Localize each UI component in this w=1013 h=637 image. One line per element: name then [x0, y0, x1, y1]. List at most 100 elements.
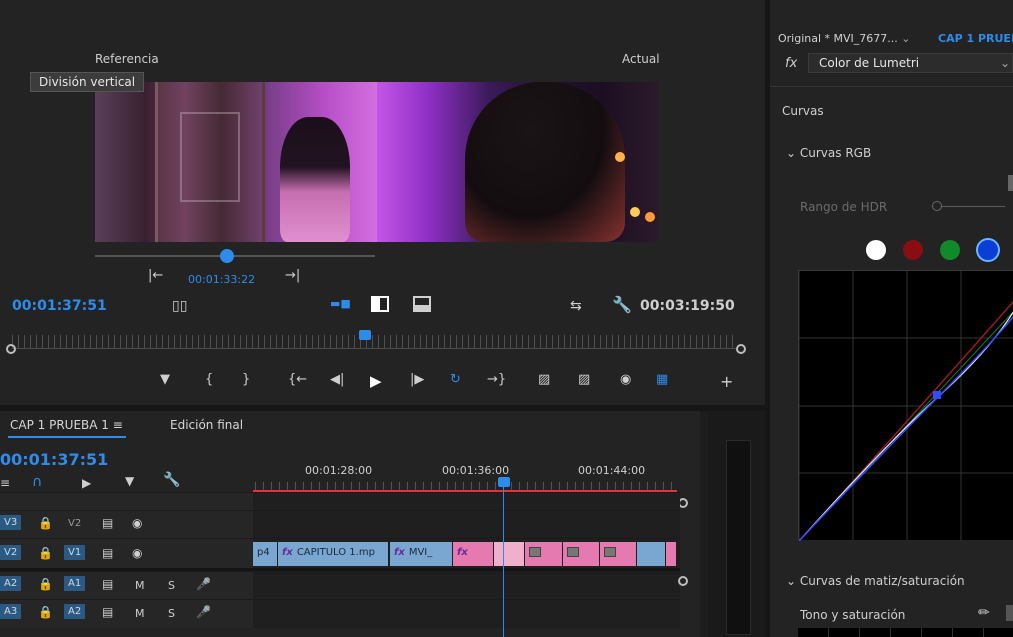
comparison-view-icon[interactable]: ▦	[656, 372, 668, 387]
effect-select[interactable]: Color de Lumetri ⌄	[808, 53, 1013, 73]
video-clip[interactable]	[637, 542, 665, 566]
video-clip[interactable]: p4	[253, 542, 277, 566]
video-clip[interactable]: fx	[453, 542, 493, 566]
vertical-split-icon[interactable]	[371, 296, 389, 312]
go-to-out-icon[interactable]: →}	[487, 372, 506, 387]
side-by-side-icon[interactable]: ▬■	[330, 297, 351, 310]
track-area-a1[interactable]	[253, 572, 680, 600]
add-marker-icon[interactable]: ▼	[160, 372, 170, 387]
step-forward-icon[interactable]: →|	[285, 268, 300, 283]
scrollbar-thumb[interactable]	[1006, 605, 1013, 621]
track-source-label[interactable]: A2	[0, 576, 22, 591]
add-marker-timeline-icon[interactable]: ▼	[125, 474, 134, 488]
video-clip[interactable]	[563, 542, 599, 566]
comparison-scrubber-track[interactable]	[95, 255, 375, 257]
rgb-curves-header[interactable]: ⌄ Curvas RGB	[786, 146, 871, 160]
wrench-icon[interactable]: 🔧	[612, 295, 632, 314]
extract-icon[interactable]: ▨	[578, 372, 590, 387]
hue-saturation-graph[interactable]	[798, 628, 1013, 637]
track-source-label[interactable]: A3	[0, 604, 22, 619]
hue-vs-saturation-label: Tono y saturación	[800, 608, 906, 622]
solo-button[interactable]: S	[168, 579, 175, 592]
current-label: Actual	[622, 52, 660, 66]
linked-selection-icon[interactable]: ▶	[82, 476, 91, 490]
channel-red-button[interactable]	[903, 240, 923, 260]
nest-icon[interactable]: ≡	[0, 476, 10, 490]
sequence-clip-label[interactable]: CAP 1 PRUEB	[938, 32, 1013, 45]
mute-button[interactable]: M	[135, 579, 145, 592]
timeline-playhead[interactable]	[498, 477, 510, 487]
comparison-timecode[interactable]: 00:01:33:22	[188, 273, 255, 286]
video-clip[interactable]	[666, 542, 676, 566]
video-clip-selected[interactable]	[494, 542, 524, 566]
video-clip[interactable]	[525, 542, 562, 566]
snap-magnet-icon[interactable]: ∩	[32, 474, 42, 490]
video-preview[interactable]	[95, 82, 658, 242]
tab-cap-1-prueba-1[interactable]: CAP 1 PRUEBA 1 ≡	[10, 418, 123, 432]
step-back-frame-icon[interactable]: ◀|	[330, 372, 344, 387]
hue-saturation-curves-header[interactable]: ⌄ Curvas de matiz/saturación	[786, 574, 965, 588]
monitor-time-ruler[interactable]	[12, 335, 737, 349]
compare-view-icon[interactable]: ▯▯	[172, 298, 187, 314]
timeline-settings-icon[interactable]: 🔧	[163, 472, 180, 488]
mark-out-icon[interactable]: }	[242, 372, 250, 387]
mark-in-icon[interactable]: {	[205, 372, 213, 387]
track-source-label[interactable]: V2	[0, 545, 22, 560]
lock-icon[interactable]: 🔒	[38, 516, 53, 530]
lock-icon[interactable]: 🔒	[38, 605, 53, 619]
step-forward-frame-icon[interactable]: |▶	[410, 372, 424, 387]
loop-icon[interactable]: ↻	[450, 372, 461, 387]
zoom-start-handle[interactable]	[6, 344, 16, 354]
eye-icon[interactable]: ◉	[132, 516, 142, 530]
lock-icon[interactable]: 🔒	[38, 546, 53, 560]
rgb-curve-graph[interactable]	[799, 271, 1013, 541]
hdr-range-slider[interactable]	[935, 206, 1005, 207]
track-area-v2[interactable]	[253, 511, 680, 539]
video-clip[interactable]: fx MVI_	[390, 542, 452, 566]
playhead-timecode[interactable]: 00:01:37:51	[12, 298, 107, 314]
lift-icon[interactable]: ▨	[538, 372, 550, 387]
scrollbar-thumb[interactable]	[1008, 175, 1013, 191]
zoom-end-handle[interactable]	[736, 344, 746, 354]
track-area-a2[interactable]	[253, 600, 680, 628]
video-clip[interactable]	[600, 542, 636, 566]
track-source-label[interactable]: V3	[0, 515, 22, 530]
rgb-curve-editor[interactable]	[798, 270, 1013, 541]
play-icon[interactable]: ▶	[370, 372, 382, 390]
video-clip[interactable]: fx CAPITULO 1.mp	[278, 542, 388, 566]
sync-lock-icon[interactable]: ▤	[102, 605, 113, 619]
microphone-icon[interactable]: 🎤	[196, 605, 211, 619]
sync-lock-icon[interactable]: ▤	[102, 516, 113, 530]
track-handle[interactable]	[678, 576, 688, 586]
go-to-in-icon[interactable]: {←	[288, 372, 307, 387]
eye-icon[interactable]: ◉	[132, 546, 142, 560]
track-label[interactable]: V2	[68, 518, 81, 529]
monitor-playhead[interactable]	[359, 330, 371, 340]
track-label[interactable]: A2	[64, 604, 86, 619]
step-back-icon[interactable]: |←	[148, 268, 163, 283]
timeline-timecode[interactable]: 00:01:37:51	[0, 450, 108, 469]
curve-control-point[interactable]	[933, 391, 941, 399]
hdr-range-slider-handle[interactable]	[932, 201, 942, 211]
track-label[interactable]: V1	[64, 545, 86, 560]
comparison-scrubber-handle[interactable]	[220, 249, 234, 263]
tab-edicion-final[interactable]: Edición final	[170, 418, 243, 432]
solo-button[interactable]: S	[168, 607, 175, 620]
track-label[interactable]: A1	[64, 576, 86, 591]
export-frame-icon[interactable]: ◉	[620, 372, 631, 387]
source-clip-dropdown[interactable]: Original * MVI_7677... ⌄	[778, 32, 911, 45]
curves-section-header[interactable]: Curvas	[782, 104, 824, 118]
sync-lock-icon[interactable]: ▤	[102, 577, 113, 591]
clip-name: CAPITULO 1.mp	[296, 547, 375, 558]
horizontal-split-icon[interactable]	[413, 296, 431, 312]
mute-button[interactable]: M	[135, 607, 145, 620]
add-button-icon[interactable]: +	[720, 372, 733, 391]
eyedropper-icon[interactable]: ✏	[978, 605, 990, 621]
channel-white-button[interactable]	[866, 240, 886, 260]
swap-sides-icon[interactable]: ⇆	[570, 298, 582, 314]
channel-green-button[interactable]	[940, 240, 960, 260]
sync-lock-icon[interactable]: ▤	[102, 546, 113, 560]
lock-icon[interactable]: 🔒	[38, 577, 53, 591]
channel-blue-button[interactable]	[976, 238, 1000, 262]
microphone-icon[interactable]: 🎤	[196, 577, 211, 591]
